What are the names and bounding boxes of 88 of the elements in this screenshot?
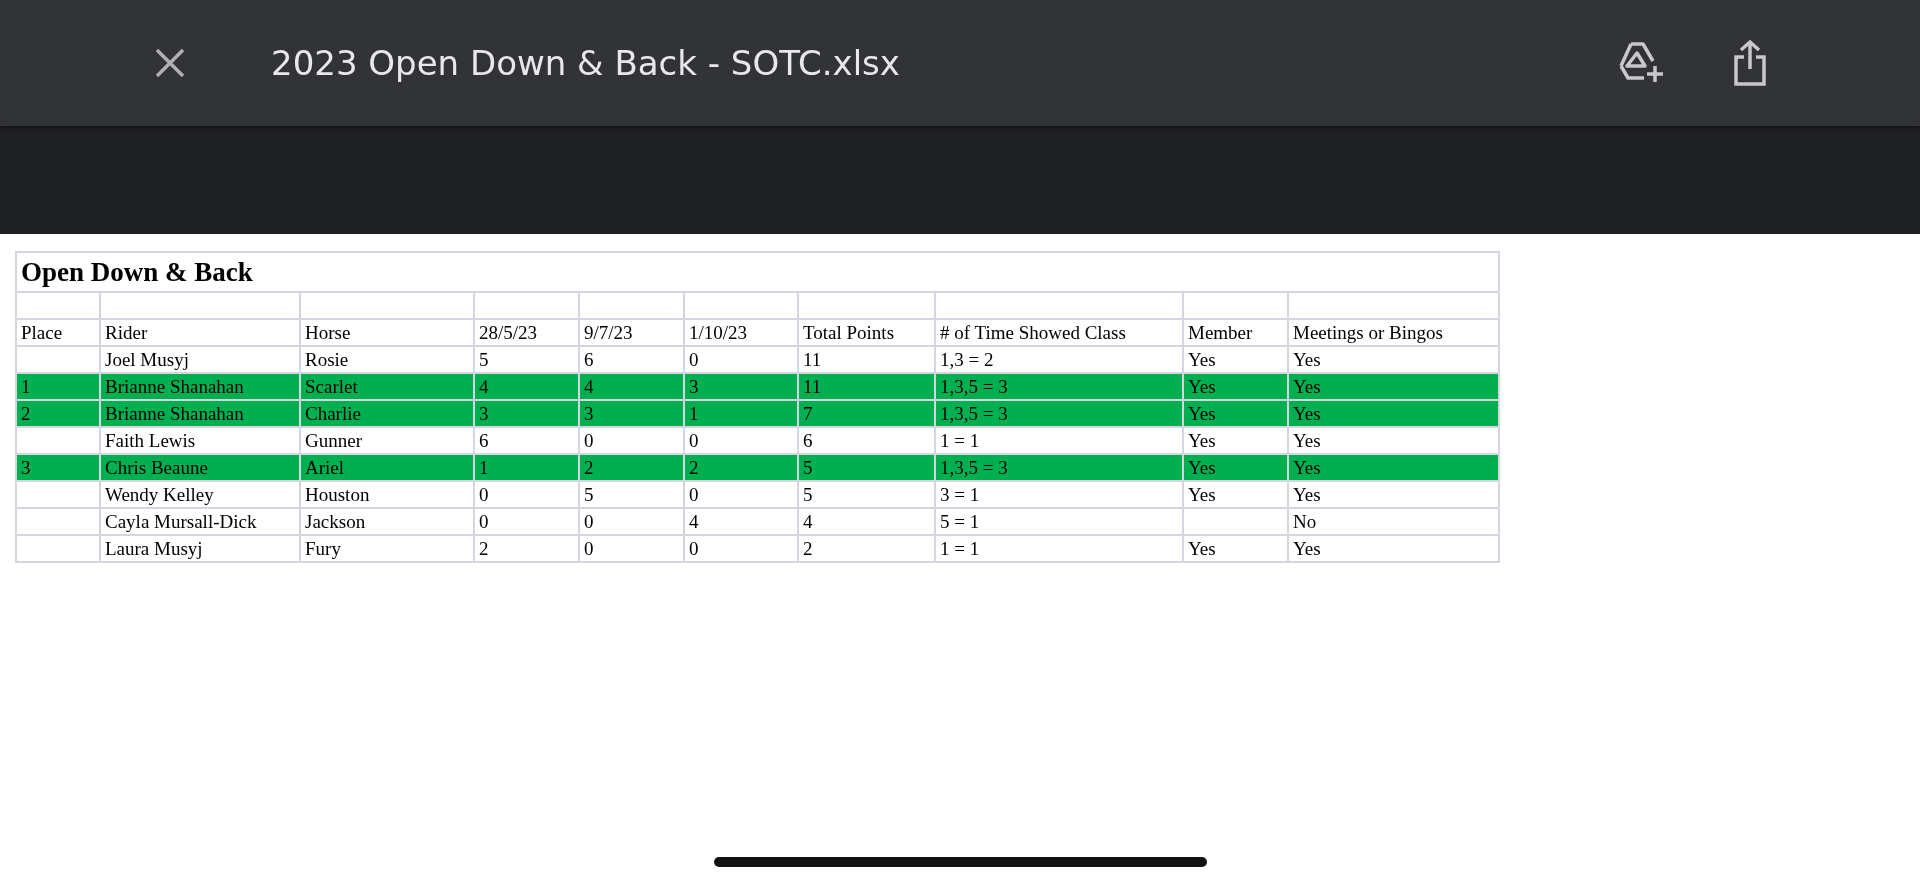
sheet-title: Open Down & Back xyxy=(16,252,1500,292)
table-cell: Yes xyxy=(1183,346,1288,373)
table-cell: Chris Beaune xyxy=(100,454,300,481)
table-cell: Yes xyxy=(1288,427,1500,454)
table-cell: Yes xyxy=(1183,373,1288,400)
table-cell: Yes xyxy=(1183,400,1288,427)
table-cell: Rosie xyxy=(300,346,474,373)
table-cell: Yes xyxy=(1288,400,1500,427)
table-cell: 1,3 = 2 xyxy=(935,346,1183,373)
table-cell: Faith Lewis xyxy=(100,427,300,454)
table-cell: Laura Musyj xyxy=(100,535,300,562)
table-cell: 3 xyxy=(474,400,579,427)
table-cell: Jackson xyxy=(300,508,474,535)
table-cell: Yes xyxy=(1183,535,1288,562)
close-icon xyxy=(154,47,186,79)
table-cell: 0 xyxy=(579,508,684,535)
table-cell: Houston xyxy=(300,481,474,508)
table-cell: Yes xyxy=(1288,535,1500,562)
column-header: Place xyxy=(16,319,100,346)
table-cell: 6 xyxy=(579,346,684,373)
table-cell: 5 xyxy=(798,481,935,508)
column-header: # of Time Showed Class xyxy=(935,319,1183,346)
table-cell: 5 xyxy=(798,454,935,481)
table-cell: Brianne Shanahan xyxy=(100,400,300,427)
column-header: Meetings or Bingos xyxy=(1288,319,1500,346)
table-cell: 3 xyxy=(684,373,798,400)
table-cell: 4 xyxy=(684,508,798,535)
table-cell: 3 xyxy=(579,400,684,427)
table-cell: 2 xyxy=(474,535,579,562)
table-cell: Yes xyxy=(1288,481,1500,508)
table-cell: 0 xyxy=(684,346,798,373)
column-header: Member xyxy=(1183,319,1288,346)
share-icon xyxy=(1732,39,1768,87)
table-cell: Joel Musyj xyxy=(100,346,300,373)
table-cell: 0 xyxy=(579,535,684,562)
table-cell: 2 xyxy=(684,454,798,481)
table-cell: 11 xyxy=(798,373,935,400)
table-cell: 6 xyxy=(474,427,579,454)
table-cell: 1 xyxy=(684,400,798,427)
column-header: 28/5/23 xyxy=(474,319,579,346)
table-cell: 3 xyxy=(16,454,100,481)
table-cell: 0 xyxy=(474,481,579,508)
table-cell: 0 xyxy=(684,535,798,562)
table-cell: 1 xyxy=(474,454,579,481)
table-cell: Gunner xyxy=(300,427,474,454)
table-cell: 1,3,5 = 3 xyxy=(935,454,1183,481)
table-cell: 1,3,5 = 3 xyxy=(935,373,1183,400)
table-cell: 11 xyxy=(798,346,935,373)
table-cell: Wendy Kelley xyxy=(100,481,300,508)
table-cell: 2 xyxy=(579,454,684,481)
table-cell: Yes xyxy=(1288,346,1500,373)
table-cell: Yes xyxy=(1288,373,1500,400)
table-cell: Cayla Mursall-Dick xyxy=(100,508,300,535)
column-header: Rider xyxy=(100,319,300,346)
table-cell: Yes xyxy=(1183,427,1288,454)
table-cell: Fury xyxy=(300,535,474,562)
window-title: 2023 Open Down & Back - SOTC.xlsx xyxy=(271,43,900,83)
table-cell: 4 xyxy=(474,373,579,400)
table-cell: 4 xyxy=(579,373,684,400)
table-cell: 5 = 1 xyxy=(935,508,1183,535)
table-cell: 0 xyxy=(684,481,798,508)
table-cell: 1 = 1 xyxy=(935,427,1183,454)
table-cell: No xyxy=(1288,508,1500,535)
table-cell: 4 xyxy=(798,508,935,535)
table-cell: Ariel xyxy=(300,454,474,481)
table-cell: 1 = 1 xyxy=(935,535,1183,562)
table-cell: 0 xyxy=(474,508,579,535)
table-cell: 3 = 1 xyxy=(935,481,1183,508)
table-cell: 0 xyxy=(579,427,684,454)
column-header: Horse xyxy=(300,319,474,346)
table-cell: Yes xyxy=(1183,454,1288,481)
column-header: Total Points xyxy=(798,319,935,346)
table-cell: 0 xyxy=(684,427,798,454)
table-cell: 6 xyxy=(798,427,935,454)
table-cell: 1 xyxy=(16,373,100,400)
table-cell: 2 xyxy=(798,535,935,562)
table-cell: 5 xyxy=(579,481,684,508)
table-cell: Brianne Shanahan xyxy=(100,373,300,400)
column-header: 1/10/23 xyxy=(684,319,798,346)
table-cell: Scarlet xyxy=(300,373,474,400)
column-header: 9/7/23 xyxy=(579,319,684,346)
table-cell: Yes xyxy=(1183,481,1288,508)
table-cell: 7 xyxy=(798,400,935,427)
table-cell: 1,3,5 = 3 xyxy=(935,400,1183,427)
table-cell: 5 xyxy=(474,346,579,373)
table-cell: Yes xyxy=(1288,454,1500,481)
table-cell: 2 xyxy=(16,400,100,427)
table-cell: Charlie xyxy=(300,400,474,427)
